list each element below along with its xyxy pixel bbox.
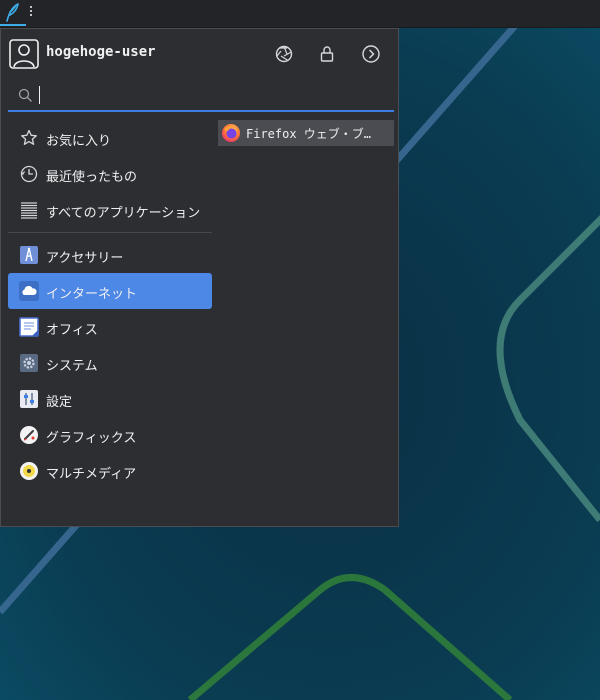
cloud-icon bbox=[19, 281, 39, 301]
text-cursor bbox=[39, 86, 40, 104]
system-settings-button[interactable] bbox=[273, 43, 295, 65]
category-label: グラフィックス bbox=[46, 431, 137, 446]
leave-session-button[interactable] bbox=[360, 43, 382, 65]
user-avatar-icon[interactable] bbox=[9, 39, 39, 69]
category-accessories[interactable]: アクセサリー bbox=[8, 237, 212, 273]
category-label: すべてのアプリケーション bbox=[46, 206, 201, 221]
app-item-firefox[interactable]: Firefox ウェブ・ブ… bbox=[218, 120, 394, 146]
firefox-icon bbox=[222, 124, 240, 142]
multimedia-disc-icon bbox=[20, 462, 38, 480]
category-label: システム bbox=[46, 359, 98, 374]
category-all-applications[interactable]: すべてのアプリケーション bbox=[8, 192, 212, 228]
lock-icon bbox=[320, 46, 334, 62]
category-label: 設定 bbox=[46, 395, 73, 410]
star-icon bbox=[21, 129, 37, 145]
search-input[interactable] bbox=[38, 84, 378, 106]
category-multimedia[interactable]: マルチメディア bbox=[8, 453, 212, 489]
system-gear-icon bbox=[20, 354, 38, 372]
category-label: 最近使ったもの bbox=[46, 170, 138, 185]
category-system[interactable]: システム bbox=[8, 345, 212, 381]
app-label: Firefox ウェブ・ブ… bbox=[246, 127, 372, 141]
aperture-settings-icon bbox=[275, 45, 293, 63]
office-icon bbox=[19, 317, 39, 337]
application-menu: hogehoge-user お気に入り 最近使ったもの すべてのアプリケーション… bbox=[0, 28, 399, 527]
settings-sliders-icon bbox=[20, 390, 38, 408]
chevron-right-circle-icon bbox=[362, 45, 380, 63]
category-office[interactable]: オフィス bbox=[8, 309, 212, 345]
category-settings[interactable]: 設定 bbox=[8, 381, 212, 417]
category-internet[interactable]: インターネット bbox=[8, 273, 212, 309]
category-favorites[interactable]: お気に入り bbox=[8, 120, 212, 156]
top-panel bbox=[0, 0, 600, 28]
accessories-icon bbox=[20, 246, 38, 264]
application-list: Firefox ウェブ・ブ… bbox=[218, 120, 394, 146]
category-list: お気に入り 最近使ったもの すべてのアプリケーション アクセサリー インターネッ… bbox=[8, 120, 212, 489]
app-launcher-button[interactable] bbox=[0, 0, 26, 26]
category-recent[interactable]: 最近使ったもの bbox=[8, 156, 212, 192]
all-apps-icon bbox=[21, 202, 37, 219]
username-label: hogehoge-user bbox=[46, 44, 156, 60]
launcher-feather-icon bbox=[6, 3, 19, 22]
lock-screen-button[interactable] bbox=[316, 43, 338, 65]
category-divider bbox=[8, 232, 212, 233]
category-label: マルチメディア bbox=[46, 467, 137, 482]
search-icon bbox=[18, 88, 32, 102]
category-graphics[interactable]: グラフィックス bbox=[8, 417, 212, 453]
menu-header: hogehoge-user bbox=[9, 39, 391, 69]
category-label: お気に入り bbox=[46, 134, 112, 149]
search-box[interactable] bbox=[8, 80, 394, 112]
category-label: オフィス bbox=[46, 323, 98, 338]
recent-clock-icon bbox=[20, 165, 38, 183]
graphics-brush-icon bbox=[20, 426, 38, 444]
category-label: アクセサリー bbox=[46, 251, 124, 266]
panel-drag-handle[interactable] bbox=[29, 6, 33, 20]
category-label: インターネット bbox=[46, 287, 138, 302]
